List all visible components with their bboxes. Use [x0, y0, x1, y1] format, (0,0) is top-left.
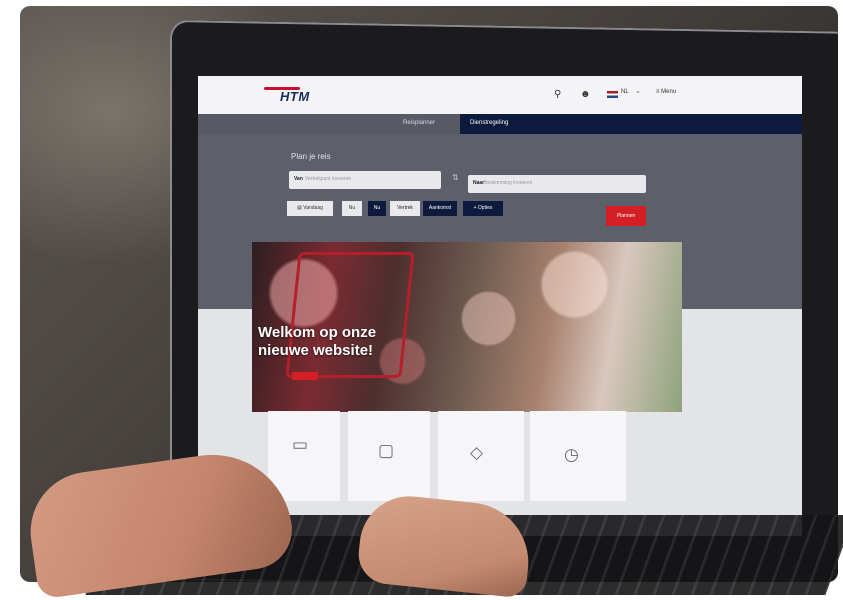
from-tag: Van [294, 176, 303, 182]
menu-label: Menu [661, 89, 677, 95]
to-placeholder: Bestemming invoeren [484, 180, 533, 186]
time-now-button[interactable]: Nu [368, 201, 386, 216]
service-card-ticket[interactable]: ▭ [268, 411, 340, 501]
ticket-icon: ▭ [292, 435, 309, 454]
language-selector[interactable]: NL [621, 89, 629, 95]
banner-headline: Welkom op onze nieuwe website! [258, 324, 376, 360]
to-field[interactable]: Naar Bestemming invoeren [468, 175, 646, 193]
tab-reisplanner[interactable]: Reisplanner [403, 120, 435, 126]
tab-bar: Reisplanner Dienstregeling [198, 114, 802, 134]
banner-button[interactable] [292, 372, 318, 380]
swap-icon[interactable]: ⇅ [452, 173, 459, 182]
time-picker[interactable]: Nu [342, 201, 362, 216]
plan-button[interactable]: Plannen [606, 206, 646, 226]
service-card-touch[interactable]: ▢ [348, 411, 430, 501]
search-icon[interactable]: ⚲ [554, 89, 561, 100]
site-header: HTM ⚲ ☻ NL ⌄ ≡ Menu [198, 76, 802, 114]
to-tag: Naar [473, 180, 485, 186]
from-placeholder: Vertrekpunt invoeren [305, 176, 352, 182]
banner-headline-line2: nieuwe website! [258, 342, 374, 359]
service-card-tickets[interactable]: ◇ [438, 411, 524, 501]
chevron-down-icon[interactable]: ⌄ [635, 87, 641, 95]
date-picker[interactable]: ▤ Vandaag [287, 201, 333, 216]
menu-button[interactable]: ≡ Menu [656, 89, 676, 95]
options-label: Opties [477, 205, 493, 211]
options-button[interactable]: + Opties [463, 201, 503, 216]
touch-screen-icon: ▢ [378, 441, 395, 460]
planner-title: Plan je reis [291, 152, 331, 161]
calendar-icon: ▤ [297, 205, 302, 211]
date-value: Vandaag [303, 205, 323, 211]
arrival-toggle[interactable]: Aankomst [423, 201, 457, 216]
plus-icon: + [473, 205, 477, 211]
from-field[interactable]: Van Vertrekpunt invoeren [289, 171, 441, 189]
clock-coins-icon: ◷ [564, 445, 579, 464]
service-card-clock[interactable]: ◷ [530, 411, 626, 501]
tab-label: Dienstregeling [470, 120, 509, 126]
laptop-screen: HTM ⚲ ☻ NL ⌄ ≡ Menu Reisplanner Dienstre… [198, 76, 802, 536]
banner-headline-line1: Welkom op onze [258, 324, 377, 341]
flag-icon[interactable] [607, 91, 618, 98]
tickets-icon: ◇ [470, 443, 484, 462]
site-logo[interactable]: HTM [280, 89, 310, 104]
tab-dienstregeling[interactable]: Dienstregeling [460, 114, 802, 134]
departure-toggle[interactable]: Vertrek [390, 201, 420, 216]
user-icon[interactable]: ☻ [580, 89, 591, 100]
